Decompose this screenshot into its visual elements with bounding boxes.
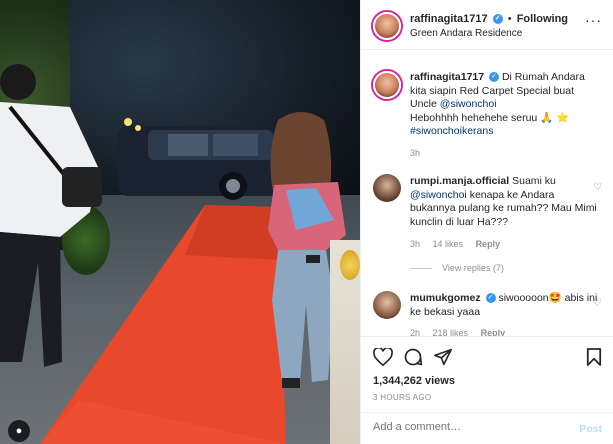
- following-button[interactable]: Following: [517, 13, 568, 25]
- comment-text: mumukgomez ✓ siwooooon🤩 abis ini ke beka…: [410, 292, 598, 318]
- comment-input[interactable]: [373, 421, 573, 433]
- view-count[interactable]: 1,344,262 views: [373, 375, 455, 387]
- author-username[interactable]: raffinagita1717: [410, 13, 488, 25]
- post-header: raffinagita1717 ✓ • Following Green Anda…: [361, 0, 613, 50]
- commenter-username[interactable]: mumukgomez: [410, 292, 481, 304]
- comment-likes[interactable]: 14 likes: [433, 239, 464, 249]
- caption-meta: 3h: [410, 148, 430, 158]
- view-replies-button[interactable]: View replies (7): [410, 263, 504, 273]
- reply-button[interactable]: Reply: [481, 328, 506, 336]
- more-options-icon[interactable]: ···: [585, 12, 602, 28]
- verified-badge-icon: ✓: [492, 14, 503, 25]
- hashtag-link[interactable]: #siwonchoikerans: [410, 125, 493, 137]
- author-avatar[interactable]: [373, 12, 401, 40]
- share-paper-plane-icon[interactable]: [431, 345, 455, 369]
- commenter-avatar[interactable]: [373, 174, 401, 202]
- person-icon: ●: [15, 425, 23, 437]
- flowers: [340, 250, 360, 280]
- comments-list[interactable]: raffinagita1717 ✓ Di Rumah Andara kita s…: [361, 51, 613, 336]
- commenter-username[interactable]: rumpi.manja.official: [410, 175, 509, 187]
- caption-text: raffinagita1717 ✓ Di Rumah Andara kita s…: [410, 71, 585, 137]
- like-heart-icon[interactable]: [371, 345, 395, 369]
- commenter-avatar[interactable]: [373, 291, 401, 319]
- comment-text: rumpi.manja.official Suami ku @siwonchoi…: [410, 175, 597, 228]
- instagram-post: ● raffinagita1717 ✓ • Following Green An…: [0, 0, 613, 444]
- comment-time[interactable]: 2h: [410, 328, 420, 336]
- like-comment-heart-icon[interactable]: ♡: [593, 298, 602, 309]
- reply-button[interactable]: Reply: [476, 239, 501, 249]
- post-timestamp[interactable]: 3 HOURS AGO: [373, 393, 431, 402]
- audio-toggle-button[interactable]: ●: [8, 420, 30, 442]
- like-comment-heart-icon[interactable]: ♡: [593, 182, 602, 193]
- caption-avatar[interactable]: [373, 71, 401, 99]
- comment-bubble-icon[interactable]: [401, 345, 425, 369]
- mention-link[interactable]: @siwonchoi: [440, 98, 497, 110]
- caption-time[interactable]: 3h: [410, 148, 420, 158]
- comment-likes[interactable]: 218 likes: [433, 328, 469, 336]
- mention-link[interactable]: @siwonchoi: [410, 189, 467, 201]
- post-comment-button[interactable]: Post: [579, 423, 602, 435]
- comment-time[interactable]: 3h: [410, 239, 420, 249]
- comment-meta: 3h 14 likes Reply: [410, 239, 510, 249]
- post-video[interactable]: ●: [0, 0, 360, 444]
- post-location[interactable]: Green Andara Residence: [410, 28, 522, 39]
- caption-username[interactable]: raffinagita1717: [410, 71, 484, 83]
- comment-meta: 2h 218 likes Reply: [410, 328, 515, 336]
- post-actions: 1,344,262 views 3 HOURS AGO: [361, 336, 613, 408]
- save-bookmark-icon[interactable]: [582, 345, 606, 369]
- video-scene: [0, 0, 360, 444]
- add-comment-bar: Post: [361, 412, 613, 444]
- separator-dot: •: [507, 13, 512, 25]
- verified-badge-icon: ✓: [489, 72, 500, 83]
- verified-badge-icon: ✓: [485, 293, 496, 304]
- divider-line: [410, 268, 432, 270]
- man-figure: [0, 64, 102, 367]
- post-sidebar: raffinagita1717 ✓ • Following Green Anda…: [360, 0, 613, 444]
